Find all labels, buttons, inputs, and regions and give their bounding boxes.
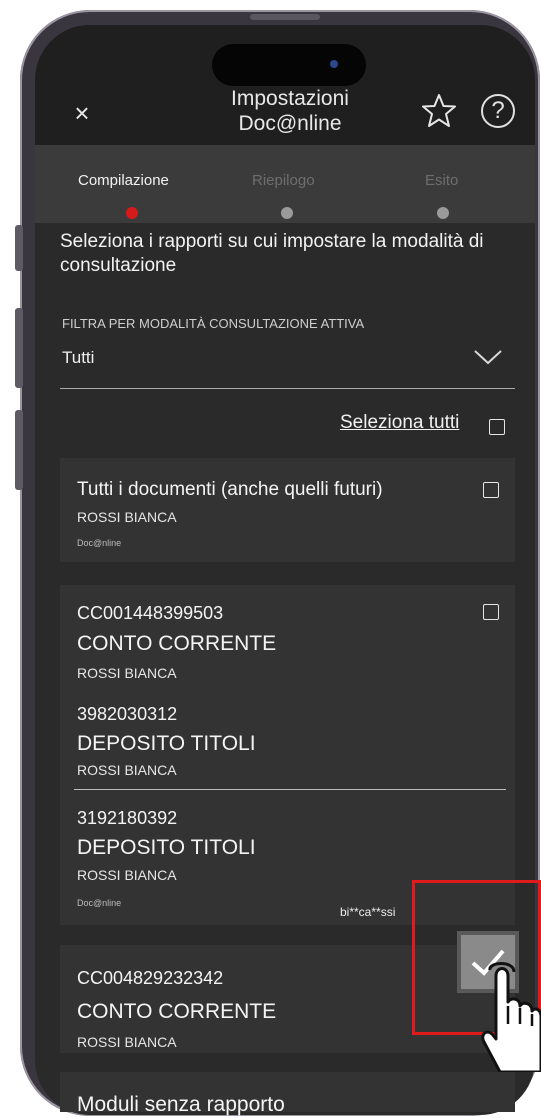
card-all-title: Tutti i documenti (anche quelli futuri) (77, 479, 383, 500)
page-title-line1: Impostazioni (231, 87, 349, 110)
hand-pointer-icon (481, 962, 541, 1072)
account-type: CONTO CORRENTE (77, 1000, 277, 1023)
close-icon[interactable]: × (70, 98, 94, 128)
account-owner: ROSSI BIANCA (77, 867, 177, 883)
card-all-tag: Doc@nline (77, 538, 122, 548)
side-button-volume-down (15, 410, 23, 490)
step-dot-esito (437, 207, 449, 219)
filter-label: FILTRA PER MODALITÀ CONSULTAZIONE ATTIVA (62, 316, 365, 331)
dynamic-island (212, 44, 366, 86)
step-dot-active (126, 207, 138, 219)
group-divider (74, 789, 506, 790)
account-owner: ROSSI BIANCA (77, 665, 177, 681)
card-all-owner: ROSSI BIANCA (77, 509, 177, 525)
group-tag: Doc@nline (77, 898, 122, 908)
card-all-checkbox[interactable] (483, 482, 499, 498)
step-label-compilazione: Compilazione (78, 172, 169, 189)
account-owner: ROSSI BIANCA (77, 762, 177, 778)
page-title-line2: Doc@nline (238, 112, 342, 135)
step-dot-riepilogo (281, 207, 293, 219)
help-icon[interactable]: ? (481, 94, 515, 128)
select-all-checkbox[interactable] (489, 419, 505, 435)
masked-email: bi**ca**ssi (340, 905, 396, 919)
filter-select-value[interactable]: Tutti (62, 348, 94, 368)
card-moduli-title: Moduli senza rapporto (77, 1093, 285, 1116)
account-number: 3192180392 (77, 808, 178, 828)
account-number: CC004829232342 (77, 968, 224, 988)
step-label-esito: Esito (425, 172, 459, 189)
speaker-grille (250, 14, 320, 20)
side-button-mute (15, 225, 23, 271)
select-all-link[interactable]: Seleziona tutti (340, 412, 459, 434)
account-type: CONTO CORRENTE (77, 632, 277, 655)
side-button-volume-up (15, 308, 23, 388)
star-icon[interactable] (420, 92, 458, 130)
intro-text: Seleziona i rapporti su cui impostare la… (60, 231, 484, 276)
camera-icon (330, 60, 338, 68)
account-type: DEPOSITO TITOLI (77, 732, 256, 755)
step-label-riepilogo: Riepilogo (252, 172, 315, 189)
account-owner: ROSSI BIANCA (77, 1034, 177, 1050)
filter-underline (60, 388, 515, 389)
card-group-checkbox[interactable] (483, 604, 499, 620)
account-number: 3982030312 (77, 704, 178, 724)
page-title: Impostazioni Doc@nline (160, 86, 420, 136)
account-type: DEPOSITO TITOLI (77, 836, 256, 859)
chevron-down-icon[interactable] (472, 344, 504, 368)
account-number: CC001448399503 (77, 603, 224, 623)
